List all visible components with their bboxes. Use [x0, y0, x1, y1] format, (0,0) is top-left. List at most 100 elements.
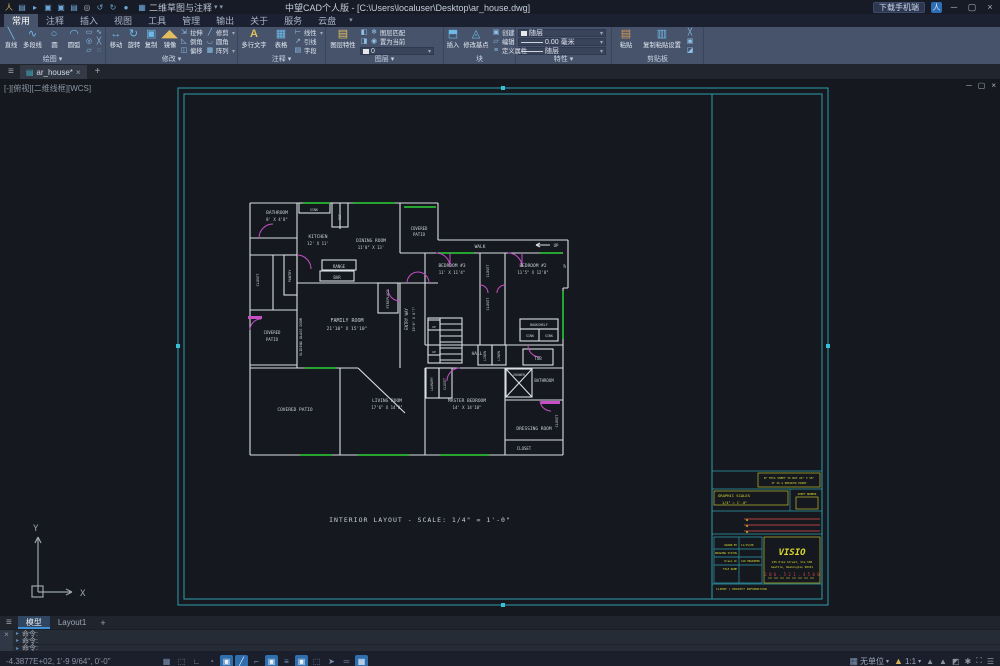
- array-icon[interactable]: ▦: [206, 47, 214, 55]
- download-mobile-button[interactable]: 下载手机端: [873, 2, 925, 13]
- edit-block-icon[interactable]: ▱: [492, 38, 500, 46]
- workspace-switcher[interactable]: ▦ 二维草图与注释 ▾ ▾: [137, 1, 223, 14]
- layer-match-button[interactable]: 图层匹配: [380, 29, 405, 38]
- auto-scale-icon[interactable]: ▲: [939, 657, 947, 666]
- stretch-icon[interactable]: ⇲: [180, 29, 188, 37]
- doc-minimize-icon[interactable]: ─: [966, 81, 972, 90]
- color-dropdown[interactable]: 随层 ▾: [518, 29, 606, 37]
- new-doc-tab-button[interactable]: +: [87, 64, 109, 79]
- cut-icon[interactable]: ╳: [686, 29, 694, 37]
- annotation-visibility-icon[interactable]: ▲: [926, 657, 934, 666]
- tab-insert[interactable]: 插入: [72, 14, 106, 27]
- close-tab-icon[interactable]: ×: [76, 68, 81, 77]
- undo-icon[interactable]: ↺: [95, 3, 105, 12]
- layer-properties-button[interactable]: ▤ 图层特性: [328, 28, 358, 50]
- tab-about[interactable]: 关于: [242, 14, 276, 27]
- polar-toggle-icon[interactable]: ◔: [205, 655, 218, 666]
- layer-freeze-icon[interactable]: ❄: [370, 29, 378, 37]
- insert-block-button[interactable]: ⬒ 插入: [446, 28, 460, 50]
- doc-restore-icon[interactable]: ▢: [978, 81, 986, 90]
- minimize-button[interactable]: ─: [948, 2, 960, 12]
- linear-dim-icon[interactable]: ⊢: [294, 29, 302, 37]
- offset-icon[interactable]: ◫: [180, 47, 188, 55]
- print-icon[interactable]: ▤: [69, 3, 79, 12]
- layer-dropdown[interactable]: 0 ▾: [360, 47, 434, 55]
- panel-properties-label[interactable]: 特性 ▾: [518, 55, 609, 64]
- lineweight-toggle-icon[interactable]: ≡: [280, 655, 293, 666]
- grid-toggle-icon[interactable]: ⬚: [175, 655, 188, 666]
- app-logo-icon[interactable]: 人: [4, 3, 14, 12]
- osnap-toggle-icon[interactable]: ▣: [220, 655, 233, 666]
- spline-icon[interactable]: ∿: [95, 29, 103, 37]
- line-button[interactable]: ╲ 直线: [2, 28, 20, 50]
- layer-on-icon[interactable]: ◉: [370, 38, 378, 46]
- ribbon-collapse-icon[interactable]: ▾: [344, 14, 358, 27]
- switch-space-icon[interactable]: ◩: [952, 657, 960, 666]
- rectangle-icon[interactable]: ▭: [85, 29, 93, 37]
- panel-block-label[interactable]: 块: [446, 55, 513, 64]
- create-block-icon[interactable]: ▣: [492, 29, 500, 37]
- new-file-icon[interactable]: ▤: [17, 3, 27, 12]
- point-icon[interactable]: ╳: [95, 38, 103, 46]
- edit-base-button[interactable]: ◬ 修改基点: [462, 28, 490, 50]
- mirror-button[interactable]: ◢◣ 镜像: [161, 28, 178, 50]
- paste-special-icon[interactable]: ◪: [686, 47, 694, 55]
- linetype-dropdown[interactable]: 随层 ▾: [518, 47, 606, 55]
- fillet-icon[interactable]: ◡: [206, 38, 214, 46]
- doc-tab-ar-house[interactable]: ▤ ar_house* ×: [20, 65, 87, 79]
- ellipse-icon[interactable]: ◎: [85, 38, 93, 46]
- tab-cloud[interactable]: 云盘: [310, 14, 344, 27]
- clean-screen-icon[interactable]: ⛶: [976, 656, 982, 666]
- save-as-icon[interactable]: ▣: [56, 3, 66, 12]
- tab-tools[interactable]: 工具: [140, 14, 174, 27]
- field-icon[interactable]: ▤: [294, 47, 302, 55]
- tab-view[interactable]: 视图: [106, 14, 140, 27]
- maximize-button[interactable]: ▢: [966, 2, 978, 13]
- open-file-icon[interactable]: ▸: [30, 3, 40, 12]
- transparency-toggle-icon[interactable]: ▣: [295, 655, 308, 666]
- mtext-button[interactable]: A 多行文字: [240, 28, 268, 50]
- doc-menu-icon[interactable]: ≡: [2, 64, 20, 79]
- otrack-toggle-icon[interactable]: ╱: [235, 655, 248, 666]
- units-selector[interactable]: ▦ 无单位 ▾: [850, 656, 890, 666]
- tab-manage[interactable]: 管理: [174, 14, 208, 27]
- dyn-toggle-icon[interactable]: ▣: [265, 655, 278, 666]
- tab-model[interactable]: 模型: [18, 616, 50, 629]
- ortho-toggle-icon[interactable]: ∟: [190, 655, 203, 666]
- layout-menu-icon[interactable]: ≡: [0, 615, 18, 630]
- leader-icon[interactable]: ↗: [294, 38, 302, 46]
- copy-button[interactable]: ▣ 复制: [143, 28, 159, 50]
- record-icon[interactable]: ●: [121, 3, 131, 12]
- tab-services[interactable]: 服务: [276, 14, 310, 27]
- save-icon[interactable]: ▣: [43, 3, 53, 12]
- cycle-toggle-icon[interactable]: ⬚: [310, 655, 323, 666]
- user-avatar[interactable]: 人: [931, 2, 942, 13]
- tab-annotate[interactable]: 注释: [38, 14, 72, 27]
- layer-isolate-icon[interactable]: ◨: [360, 38, 368, 46]
- command-close-icon[interactable]: ×: [4, 630, 9, 639]
- quickview-toggle-icon[interactable]: ▦: [355, 655, 368, 666]
- copy-clip-icon[interactable]: ▣: [686, 38, 694, 46]
- panel-layers-label[interactable]: 图层 ▾: [328, 55, 441, 64]
- viewport-grips[interactable]: [176, 86, 830, 607]
- tab-layout1[interactable]: Layout1: [50, 616, 94, 629]
- command-line-panel[interactable]: × ▸ 命令: ▸ 命令: ▸ 命令:: [0, 629, 1000, 651]
- panel-annotate-label[interactable]: 注释 ▾: [240, 55, 323, 64]
- command-input-row[interactable]: ▸ 命令:: [13, 644, 1000, 651]
- layer-lock-icon[interactable]: ◧: [360, 29, 368, 37]
- panel-draw-label[interactable]: 绘图 ▾: [2, 55, 103, 64]
- settings-gear-icon[interactable]: ✱: [965, 657, 972, 666]
- add-layout-button[interactable]: +: [94, 618, 111, 628]
- ducs-toggle-icon[interactable]: ⌐: [250, 655, 263, 666]
- table-button[interactable]: ▦ 表格: [270, 28, 292, 50]
- hatch-icon[interactable]: ▱: [85, 47, 93, 55]
- annotation-scale-selector[interactable]: ▲ 1:1 ▾: [894, 656, 921, 666]
- define-attr-icon[interactable]: ≡: [492, 47, 500, 55]
- viewport-controls[interactable]: [-][俯视][二维线框][WCS]: [4, 83, 91, 94]
- paste-button[interactable]: ▤ 粘贴: [614, 28, 638, 50]
- trim-icon[interactable]: ╱: [206, 29, 214, 37]
- arc-button[interactable]: ◠ 圆弧: [65, 28, 83, 50]
- polyline-button[interactable]: ∿ 多段线: [22, 28, 43, 50]
- drawing-canvas[interactable]: [-][俯视][二维线框][WCS] ─ ▢ ×: [0, 79, 1000, 616]
- lineweight-dropdown[interactable]: 0.00 毫米 ▾: [518, 38, 606, 46]
